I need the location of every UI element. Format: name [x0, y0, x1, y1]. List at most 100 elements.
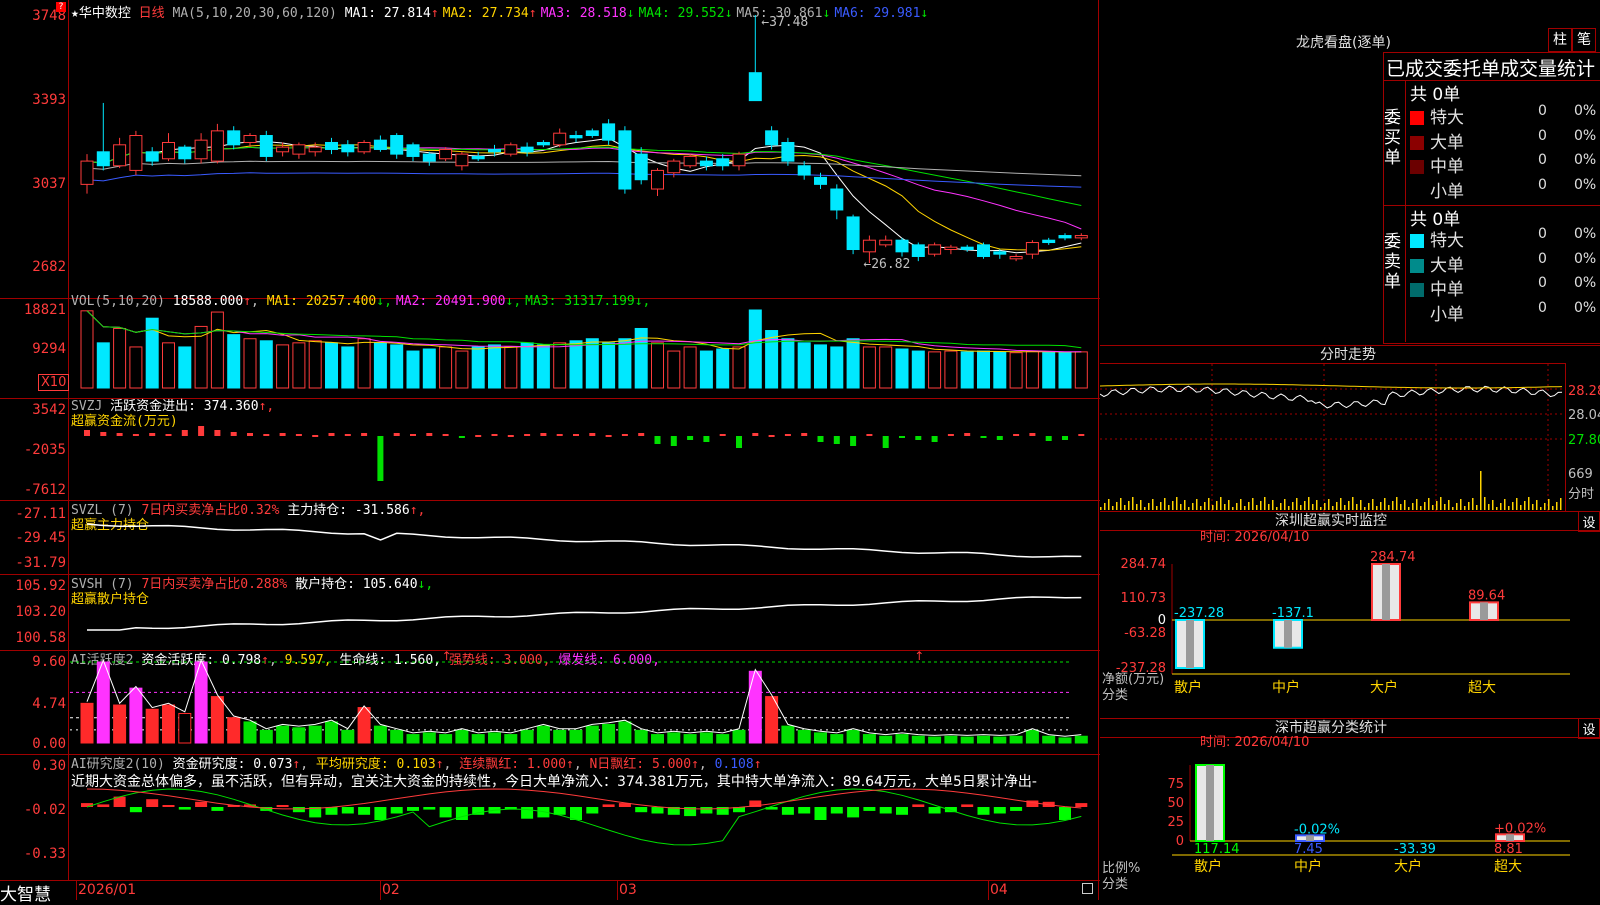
intraday-vol-bar [1340, 498, 1342, 510]
classify-tick: 75 [1167, 777, 1184, 792]
volume-bar [553, 342, 567, 389]
svzj-pane[interactable]: SVZJ 活跃资金进出: 374.360↑, 超赢资金流(万元) 3542 -2… [0, 398, 1100, 501]
candle-body [618, 130, 632, 190]
buy-row-label: 特大 [1430, 108, 1464, 128]
monitor-chart[interactable]: 284.74110.730-63.28-237.28-237.28散户-137.… [1100, 542, 1600, 718]
volume-bar [585, 338, 599, 389]
svzj-bar [605, 435, 612, 437]
svzj-bar [947, 434, 954, 436]
research-bar [830, 807, 843, 814]
lock-icon[interactable] [1082, 883, 1093, 894]
main-chart-area[interactable]: ★华中数控 日线 MA(5,10,20,30,60,120) MA1: 27.8… [0, 0, 1100, 905]
classify-tick: 0 [1176, 834, 1184, 849]
buy-row-value: 0 [1538, 152, 1547, 168]
intraday-vol-bar [1328, 499, 1330, 510]
buy-color-swatch [1410, 135, 1424, 150]
volume-bar [357, 338, 371, 389]
research-bar [276, 805, 289, 807]
volume-bar [944, 350, 958, 389]
intraday-vol-bar [1280, 503, 1282, 510]
candle-body [373, 139, 387, 150]
svzl-line [86, 523, 1082, 558]
lhb-bar-button[interactable]: 柱 [1548, 28, 1572, 52]
svzj-bar [621, 434, 628, 436]
research-bar [602, 804, 615, 807]
sell-row-value: 0 [1538, 226, 1547, 242]
intraday-vol-bar [1240, 499, 1242, 510]
candle-body [928, 244, 942, 255]
svsh-chart[interactable] [70, 574, 1098, 650]
lhb-title: 龙虎看盘(逐单) [1296, 35, 1391, 51]
ai-activity-chart[interactable]: ↑ ↑ [70, 650, 1098, 754]
ma-line-4 [86, 146, 1082, 206]
svzj-bar [426, 433, 433, 436]
research-bar [341, 807, 354, 814]
intraday-vol-bar [1152, 499, 1154, 510]
date-tick-3: 04 [990, 882, 1008, 898]
ai-research-chart[interactable] [70, 754, 1098, 880]
candle-body [830, 188, 844, 211]
candle-body [977, 244, 990, 257]
volume-bar [618, 338, 632, 389]
question-icon[interactable]: ? [56, 2, 66, 12]
lhb-stroke-button[interactable]: 笔 [1572, 28, 1596, 52]
svzj-tick-0: 3542 [32, 402, 66, 418]
activity-bar [944, 735, 958, 744]
candle-body [879, 239, 893, 246]
intraday-vol-bar [1404, 500, 1406, 510]
svzj-bar [393, 433, 400, 436]
svzj-bar [149, 433, 156, 436]
activity-bar [536, 725, 550, 744]
price-pane[interactable]: ★华中数控 日线 MA(5,10,20,30,60,120) MA1: 27.8… [0, 0, 1100, 299]
buy-row-label: 小单 [1430, 181, 1464, 202]
monitor-tick: 284.74 [1121, 557, 1167, 572]
date-axis: 大智慧 2026/01 02 03 04 [0, 880, 1100, 905]
classify-settings-button[interactable]: 设 [1578, 718, 1600, 739]
classify-chart[interactable]: 75 50 25 0 117.14散户 -0.02% 7.45中户 -33.39大户 +0.02… [1100, 747, 1600, 901]
intraday-chart[interactable] [1100, 364, 1565, 512]
intraday-vol-label: 分时 [1568, 487, 1595, 502]
svsh-pane[interactable]: SVSH (7) 7日内买卖净占比0.288% 散户持仓: 105.640↓, … [0, 574, 1100, 651]
price-chart[interactable]: ←37.48 ←26.82 [70, 0, 1098, 298]
svzj-bar [736, 436, 742, 448]
volume-bar [569, 340, 583, 389]
svzj-bar [768, 435, 775, 437]
research-bar [97, 804, 110, 807]
ai-activity-pane[interactable]: AI活跃度2 资金活跃度: 0.798↑, 9.597, 生命线: 1.560,… [0, 650, 1100, 755]
research-bar [374, 807, 387, 820]
sell-row-value: 0 [1538, 299, 1547, 316]
buy-row-value: 0 [1538, 127, 1547, 144]
volume-pane[interactable]: VOL(5,10,20) 18588.000↑, MA1: 20257.400↓… [0, 294, 1100, 399]
intraday-vol-bar [1212, 505, 1214, 510]
intraday-vol-bar [1164, 498, 1166, 510]
volume-bar [1058, 351, 1072, 389]
intraday-vol-bar [1272, 500, 1274, 510]
svzl-chart[interactable] [70, 500, 1098, 574]
intraday-vol-bar [1420, 506, 1422, 510]
activity-peak [97, 662, 110, 689]
buy-row-label: 中单 [1430, 157, 1464, 177]
monitor-settings-button[interactable]: 设 [1578, 511, 1600, 532]
svzj-chart[interactable] [70, 398, 1098, 500]
ai-research-pane[interactable]: AI研究度2(10) 资金研究度: 0.073↑, 平均研究度: 0.103↑,… [0, 754, 1100, 881]
volume-bar [390, 344, 404, 389]
activity-bar [683, 734, 697, 744]
classify-value: -33.39 [1394, 842, 1436, 857]
intraday-vol-bar [1180, 504, 1182, 510]
intraday-vol-bar [1424, 502, 1426, 510]
svzj-bar [670, 436, 677, 446]
monitor-tick: 110.73 [1121, 591, 1167, 606]
intraday-vol-bar [1264, 497, 1266, 510]
research-bar [847, 807, 860, 818]
candle-body [781, 141, 795, 162]
volume-chart[interactable] [70, 298, 1098, 398]
intraday-vol-bar [1552, 506, 1554, 510]
volume-bar [80, 310, 94, 389]
volume-bar [243, 338, 257, 389]
candle-body [276, 146, 290, 153]
activity-bar [651, 734, 664, 744]
svzl-pane[interactable]: SVZL (7) 7日内买卖净占比0.32% 主力持仓: -31.586↑, 超… [0, 500, 1100, 575]
svzj-bar [247, 433, 253, 436]
activity-bar [732, 729, 746, 744]
volume-bar [699, 350, 713, 389]
